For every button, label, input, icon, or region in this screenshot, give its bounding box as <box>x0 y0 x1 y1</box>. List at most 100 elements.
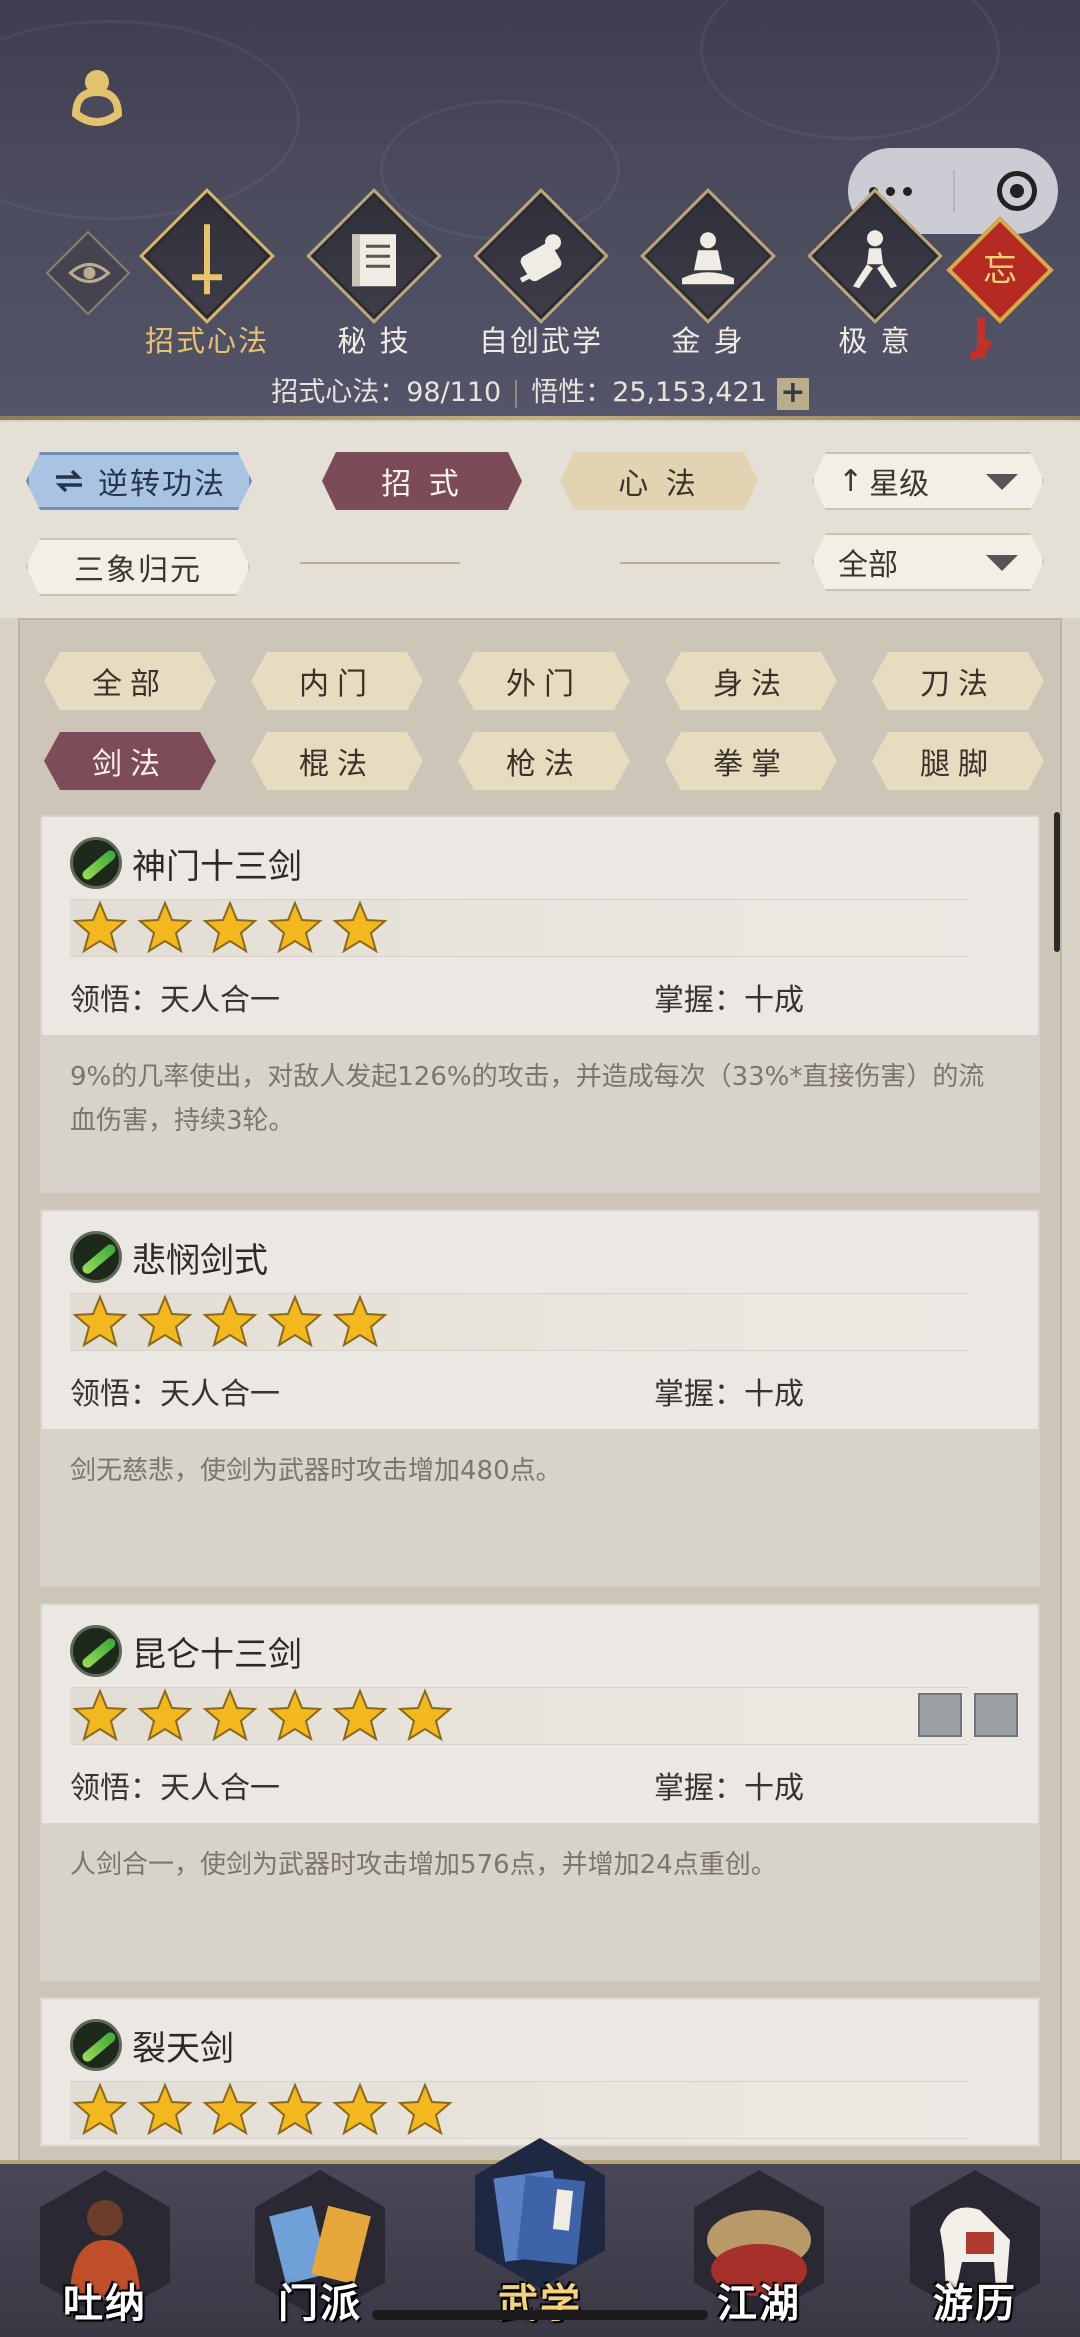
header-border <box>0 416 1080 420</box>
reverse-skill-button[interactable]: 逆转功法 <box>26 452 252 510</box>
tab-xinfa[interactable]: 心 法 <box>560 452 758 510</box>
star-icon <box>137 900 193 954</box>
star-icon <box>332 1688 388 1742</box>
range-label: 全部 <box>838 548 898 583</box>
bottom-nav-tuna[interactable]: 吐纳 <box>30 2170 180 2337</box>
category-label: 腿脚 <box>920 747 996 782</box>
category-button[interactable]: 拳掌 <box>665 732 837 790</box>
home-indicator[interactable] <box>372 2310 708 2320</box>
sort-label: 星级 <box>869 467 930 502</box>
skill-description: 人剑合一，使剑为武器时攻击增加576点，并增加24点重创。 <box>42 1823 1038 1979</box>
star-icon <box>202 2082 258 2136</box>
close-target-icon[interactable] <box>997 171 1038 211</box>
zhangwo-field: 掌握：十成 <box>654 975 804 1019</box>
sail-icon[interactable] <box>974 1693 1018 1737</box>
zhangwo-value: 十成 <box>744 1771 804 1806</box>
tab-zhaoshi[interactable]: 招 式 <box>322 452 522 510</box>
sanxiang-button[interactable]: 三象归元 <box>26 538 250 596</box>
mountain-icon[interactable] <box>918 1693 962 1737</box>
topnav-miji[interactable]: 秘 技 <box>304 188 444 360</box>
star-icon <box>137 1688 193 1742</box>
divider <box>515 379 518 408</box>
sort-arrow-icon: ↑ <box>838 463 864 499</box>
category-label: 拳掌 <box>713 747 789 782</box>
stat-value-wuxing: 25,153,421 <box>612 377 767 408</box>
category-label: 全部 <box>92 667 168 702</box>
star-icon <box>72 1294 128 1348</box>
star-icon <box>202 900 258 954</box>
divider <box>620 562 780 564</box>
bottom-nav-label: 门派 <box>278 2281 362 2327</box>
topnav-label: 秘 技 <box>337 324 411 358</box>
chevron-down-icon <box>986 555 1018 571</box>
star-icon <box>72 2082 128 2136</box>
tab-xinfa-label: 心 法 <box>618 467 700 502</box>
star-rating <box>70 899 970 957</box>
category-button[interactable]: 身法 <box>665 652 837 710</box>
category-label: 枪法 <box>506 747 582 782</box>
add-wuxing-button[interactable]: + <box>776 377 809 410</box>
zhangwo-label: 掌握： <box>654 1771 744 1806</box>
star-rating <box>70 1293 970 1351</box>
topnav-jinshen[interactable]: 金 身 <box>638 188 778 360</box>
topnav-zhaoshixinfa[interactable]: 招式心法 <box>137 188 277 360</box>
star-icon <box>202 1294 258 1348</box>
star-icon <box>72 1688 128 1742</box>
lingwu-label: 领悟： <box>70 983 160 1018</box>
skill-card[interactable]: 裂天剑 <box>40 1997 1040 2147</box>
chevron-down-icon <box>986 474 1018 490</box>
star-rating <box>70 1687 970 1745</box>
sort-dropdown[interactable]: ↑ 星级 <box>812 452 1044 510</box>
bottom-nav-youli[interactable]: 游历 <box>900 2170 1050 2337</box>
avatar-icon[interactable] <box>62 60 132 130</box>
skill-icon <box>70 837 122 889</box>
sword-icon <box>192 224 222 295</box>
lingwu-field: 领悟：天人合一 <box>70 1763 280 1807</box>
category-button[interactable]: 枪法 <box>458 732 630 790</box>
bottom-nav-label: 武学 <box>498 2281 582 2327</box>
lingwu-field: 领悟：天人合一 <box>70 975 280 1019</box>
star-icon <box>397 1688 453 1742</box>
category-button[interactable]: 全部 <box>44 652 216 710</box>
range-dropdown[interactable]: 全部 <box>812 533 1044 591</box>
topnav-label: 招式心法 <box>144 324 269 358</box>
star-icon <box>137 2082 193 2136</box>
zhangwo-value: 十成 <box>744 1377 804 1412</box>
divider <box>300 562 460 564</box>
skill-description: 9%的几率使出，对敌人发起126%的攻击，并造成每次（33%*直接伤害）的流血伤… <box>42 1035 1038 1191</box>
topnav-zichuangwuxue[interactable]: 自创武学 <box>471 188 611 360</box>
category-button[interactable]: 腿脚 <box>872 732 1044 790</box>
category-label: 刀法 <box>920 667 996 702</box>
sanxiang-label: 三象归元 <box>74 553 202 588</box>
category-button[interactable]: 剑法 <box>44 732 216 790</box>
star-icon <box>267 2082 323 2136</box>
scrollbar[interactable] <box>1054 812 1060 952</box>
book-icon <box>352 234 396 287</box>
skill-card[interactable]: 昆仑十三剑 领悟：天人合一 掌握：十成 人剑合一，使剑为武器时攻击增加576点，… <box>40 1603 1040 1981</box>
category-button[interactable]: 刀法 <box>872 652 1044 710</box>
eye-toggle-button[interactable] <box>45 230 131 316</box>
star-icon <box>397 2082 453 2136</box>
star-rating <box>70 2081 970 2139</box>
topnav-label: 金 身 <box>671 324 745 358</box>
category-label: 内门 <box>299 667 375 702</box>
skill-card[interactable]: 神门十三剑 领悟：天人合一 掌握：十成 9%的几率使出，对敌人发起126%的攻击… <box>40 815 1040 1193</box>
star-icon <box>267 900 323 954</box>
skill-card[interactable]: 悲悯剑式 领悟：天人合一 掌握：十成 剑无慈悲，使剑为武器时攻击增加480点。 <box>40 1209 1040 1587</box>
stat-value-zhaoshi: 98/110 <box>406 377 502 408</box>
swap-icon <box>52 467 86 495</box>
category-label: 外门 <box>506 667 582 702</box>
skill-name: 神门十三剑 <box>132 846 302 887</box>
skill-name: 裂天剑 <box>132 2028 234 2069</box>
topnav-jiyi[interactable]: 极 意 <box>805 188 945 360</box>
star-icon <box>202 1688 258 1742</box>
eye-icon <box>68 263 111 283</box>
category-button[interactable]: 棍法 <box>251 732 423 790</box>
category-button[interactable]: 内门 <box>251 652 423 710</box>
zhangwo-value: 十成 <box>744 983 804 1018</box>
category-label: 身法 <box>713 667 789 702</box>
stance-icon <box>853 230 897 289</box>
bottom-nav-label: 吐纳 <box>63 2281 147 2327</box>
category-button[interactable]: 外门 <box>458 652 630 710</box>
zhangwo-field: 掌握：十成 <box>654 1763 804 1807</box>
